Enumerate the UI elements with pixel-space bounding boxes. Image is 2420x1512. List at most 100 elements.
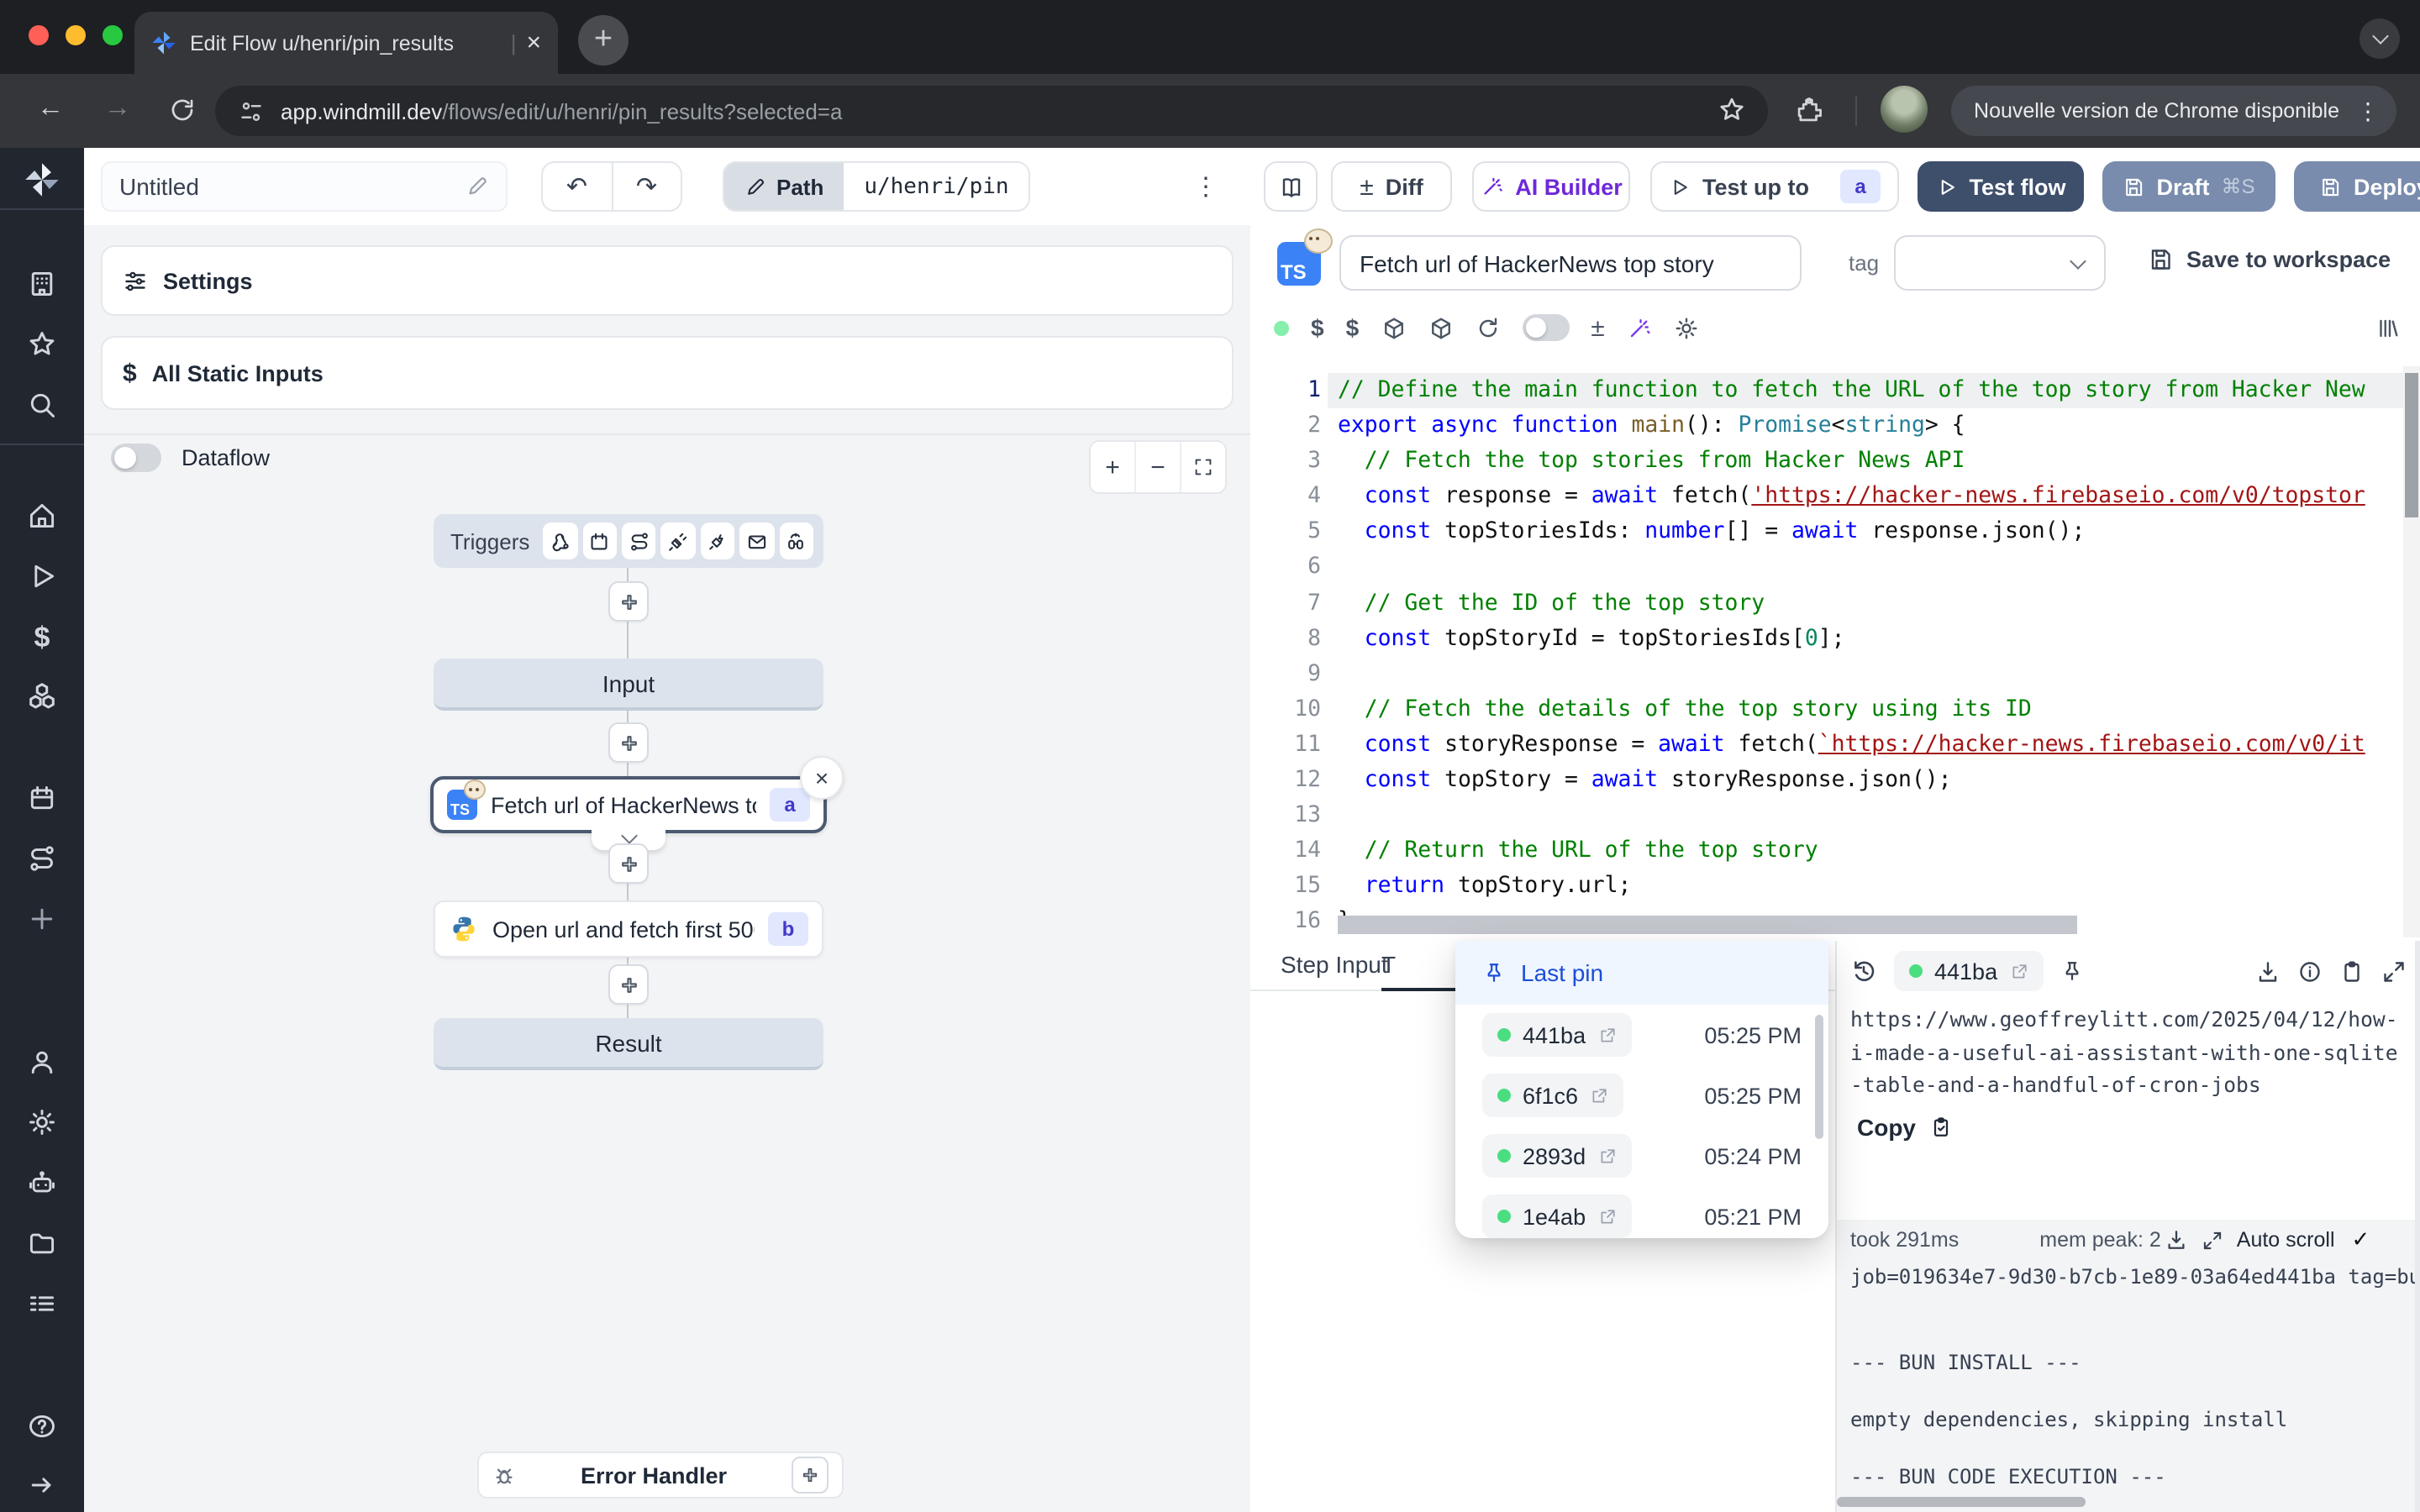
reload-icon[interactable] (1475, 315, 1500, 340)
sidebar-expand-icon[interactable] (27, 1470, 57, 1500)
bookmark-star-icon[interactable] (1718, 96, 1746, 124)
flow-summary-field[interactable]: Untitled (101, 161, 508, 212)
tab-test-results[interactable]: T (1381, 941, 1459, 991)
code-line[interactable]: // Get the ID of the top story (1338, 585, 2420, 621)
email-trigger-icon[interactable] (739, 522, 774, 559)
test-up-to-button[interactable]: Test up to a (1650, 161, 1899, 212)
reload-icon[interactable] (168, 96, 197, 124)
browser-menu-icon[interactable]: ⋮ (2356, 97, 2380, 125)
sidebar-item-favorites[interactable] (27, 329, 57, 360)
fit-view-button[interactable] (1180, 442, 1225, 492)
tab-close-icon[interactable]: × (526, 30, 541, 55)
remove-step-icon[interactable]: × (800, 756, 844, 800)
chrome-update-pill[interactable]: Nouvelle version de Chrome disponible ⋮ (1950, 86, 2396, 136)
sidebar-item-create[interactable] (27, 904, 57, 934)
step-node-a[interactable]: TS Fetch url of HackerNews top story a × (430, 776, 827, 833)
docs-button[interactable] (1264, 161, 1318, 212)
zoom-in-button[interactable]: + (1091, 442, 1134, 492)
sidebar-item-triggers[interactable] (27, 843, 57, 874)
poll-trigger-icon[interactable] (779, 522, 813, 559)
sidebar-item-settings[interactable] (27, 1107, 57, 1137)
path-chip[interactable]: Path u/henri/pin (723, 161, 1031, 212)
more-options-icon[interactable]: ⋮ (1193, 161, 1218, 212)
code-line[interactable]: // Fetch the details of the top story us… (1338, 692, 2420, 727)
copy-button[interactable]: Copy (1857, 1114, 1953, 1141)
code-line[interactable]: const topStoriesIds: number[] = await re… (1338, 515, 2420, 550)
code-line[interactable]: // Return the URL of the top story (1338, 833, 2420, 869)
add-step-button[interactable] (608, 843, 649, 884)
last-pin-option[interactable]: Last pin (1455, 941, 1828, 1005)
pin-icon[interactable] (2060, 959, 2083, 983)
expand-logs-icon[interactable] (2202, 1229, 2223, 1251)
dropdown-scrollbar[interactable] (1815, 1015, 1823, 1139)
sidebar-item-variables[interactable]: $ (34, 622, 50, 655)
resources-dollar-icon[interactable]: $ (1346, 314, 1360, 341)
save-to-workspace-button[interactable]: Save to workspace (2148, 247, 2391, 272)
code-vertical-scrollbar[interactable] (2403, 366, 2420, 937)
add-error-handler-icon[interactable] (792, 1457, 829, 1494)
tab-step-input[interactable]: Step Input (1281, 941, 1388, 988)
schedule-trigger-icon[interactable] (582, 522, 617, 559)
code-horizontal-scrollbar[interactable] (1338, 916, 2077, 934)
profile-avatar[interactable] (1881, 86, 1928, 133)
download-logs-icon[interactable] (2165, 1228, 2188, 1252)
edit-pencil-icon[interactable] (466, 175, 489, 198)
editor-settings-gear-icon[interactable] (1674, 315, 1699, 340)
clipboard-icon[interactable] (2339, 958, 2365, 984)
code-line[interactable]: // Define the main function to fetch the… (1328, 373, 2420, 408)
package-icon[interactable] (1381, 315, 1406, 340)
code-line[interactable]: // Fetch the top stories from Hacker New… (1338, 444, 2420, 479)
sidebar-item-folders[interactable] (27, 1228, 57, 1258)
sidebar-item-workspace[interactable] (27, 269, 57, 299)
all-static-inputs-button[interactable]: $ All Static Inputs (101, 336, 1234, 410)
window-zoom-button[interactable] (103, 25, 123, 45)
http-route-trigger-icon[interactable] (622, 522, 656, 559)
external-link-icon[interactable] (2009, 962, 2028, 980)
code-content[interactable]: // Define the main function to fetch the… (1338, 373, 2420, 937)
step-name-input[interactable] (1339, 235, 1802, 291)
undo-button[interactable]: ↶ (543, 163, 613, 210)
ai-builder-button[interactable]: AI Builder (1472, 161, 1630, 212)
external-link-icon[interactable] (1597, 1026, 1616, 1044)
variables-icon[interactable]: $ (1311, 314, 1324, 341)
autoscroll-check-icon[interactable]: ✓ (2352, 1226, 2370, 1253)
sidebar-item-resources[interactable] (26, 680, 58, 712)
job-badge[interactable]: 441ba (1894, 951, 2043, 991)
code-editor[interactable]: 1234567891011121314151617 // Define the … (1250, 366, 2420, 937)
error-handler-node[interactable]: Error Handler (477, 1452, 844, 1499)
test-flow-button[interactable]: Test flow (1918, 161, 2084, 212)
code-line[interactable]: const response = await fetch('https://ha… (1338, 480, 2420, 515)
tab-search-chevron-icon[interactable] (2360, 18, 2400, 59)
sidebar-item-user[interactable] (27, 1047, 57, 1077)
draft-button[interactable]: Draft ⌘S (2102, 161, 2275, 212)
new-tab-button[interactable]: + (578, 15, 629, 66)
log-lines[interactable]: job=019634e7-9d30-b7cb-1e89-03a64ed441ba… (1850, 1263, 2420, 1492)
code-line[interactable]: const topStory = await storyResponse.jso… (1338, 763, 2420, 798)
triggers-node[interactable]: Triggers (434, 514, 823, 568)
result-node[interactable]: Result (434, 1018, 823, 1070)
webhook-trigger-icon[interactable] (543, 522, 577, 559)
code-line[interactable] (1338, 550, 2420, 585)
browser-tab[interactable]: Edit Flow u/henri/pin_results | × (134, 12, 558, 74)
sidebar-item-search[interactable] (27, 390, 57, 420)
result-vertical-scrollbar[interactable] (2415, 941, 2420, 1512)
back-icon[interactable]: ← (37, 94, 64, 124)
windmill-logo[interactable] (24, 161, 60, 207)
diff-button[interactable]: ± Diff (1331, 161, 1452, 212)
websocket-trigger-icon[interactable] (661, 522, 696, 559)
result-url-text[interactable]: https://www.geoffreylitt.com/2025/04/12/… (1850, 1005, 2405, 1103)
external-link-icon[interactable] (1597, 1207, 1616, 1226)
info-icon[interactable] (2297, 958, 2323, 984)
code-line[interactable]: export async function main(): Promise<st… (1338, 408, 2420, 444)
code-line[interactable]: const storyResponse = await fetch(`https… (1338, 727, 2420, 763)
pin-run-item[interactable]: 6f1c605:25 PM (1455, 1065, 1828, 1126)
external-link-icon[interactable] (1597, 1147, 1616, 1165)
package-plus-icon[interactable] (1428, 315, 1453, 340)
download-result-icon[interactable] (2255, 958, 2281, 984)
kafka-trigger-icon[interactable] (701, 522, 735, 559)
history-icon[interactable] (1850, 958, 1877, 984)
sidebar-item-schedules[interactable] (27, 783, 57, 813)
deploy-button[interactable]: Deploy (2294, 161, 2420, 212)
extensions-icon[interactable] (1795, 96, 1823, 124)
window-close-button[interactable] (29, 25, 49, 45)
